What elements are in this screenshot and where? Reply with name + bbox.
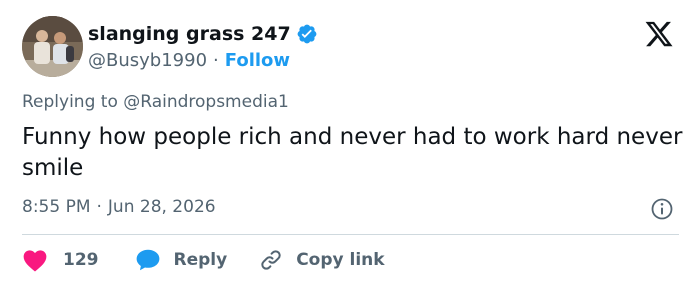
reply-button[interactable]: Reply [135,248,228,272]
copy-link-button[interactable]: Copy link [259,248,385,272]
reply-label: Reply [173,250,228,270]
follow-button[interactable]: Follow [225,50,290,71]
timestamp-separator: · [96,197,102,217]
author-name-row: slanging grass 247 [88,20,318,48]
x-logo-icon[interactable] [641,19,677,49]
info-icon[interactable] [650,197,674,221]
speech-bubble-icon [136,249,159,271]
copy-link-label: Copy link [296,250,385,270]
like-button[interactable]: 129 [22,248,99,272]
avatar[interactable] [22,16,83,77]
replying-to-line: Replying to @Raindropsmedia1 [22,92,289,112]
action-bar: 129 Reply Copy link [22,246,385,274]
tweet-embed-card: slanging grass 247 @Busyb1990 · Follow R… [0,0,700,287]
author-handle[interactable]: @Busyb1990 [88,50,207,71]
tweet-text: Funny how people rich and never had to w… [22,124,683,181]
link-icon [261,250,281,270]
tweet-timestamp[interactable]: 8:55 PM · Jun 28, 2026 [22,197,216,217]
author-handle-row: @Busyb1990 · Follow [88,47,290,73]
replying-to-mention[interactable]: @Raindropsmedia1 [123,92,289,112]
tweet-date: Jun 28, 2026 [107,197,216,217]
verified-badge-icon [297,24,317,44]
tweet-time: 8:55 PM [22,197,91,217]
separator-dot: · [213,49,219,71]
like-count: 129 [63,250,99,270]
replying-to-prefix: Replying to [22,92,118,112]
heart-icon [23,250,47,272]
author-display-name[interactable]: slanging grass 247 [88,23,291,45]
avatar-photo-icon [22,16,83,77]
divider [22,234,679,235]
